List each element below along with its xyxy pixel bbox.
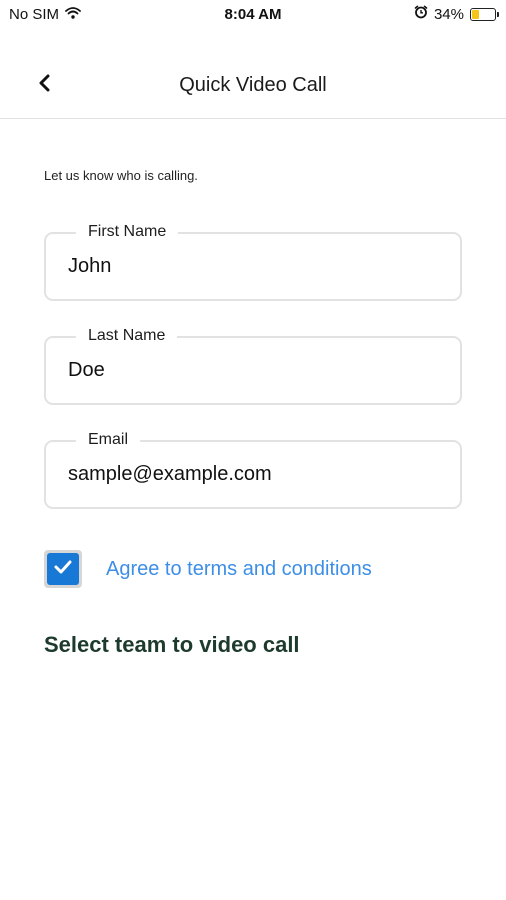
terms-checkbox[interactable] — [44, 550, 82, 588]
battery-fill — [472, 9, 479, 19]
intro-text: Let us know who is calling. — [44, 168, 198, 183]
battery-cap — [497, 11, 499, 17]
battery-icon — [470, 7, 499, 21]
terms-row: Agree to terms and conditions — [44, 550, 372, 588]
first-name-input[interactable] — [68, 250, 428, 282]
email-input[interactable] — [68, 458, 428, 490]
status-right-group: 34% — [414, 5, 499, 23]
battery-percent: 34% — [433, 5, 464, 23]
email-field: Email — [44, 430, 462, 509]
checkbox-fill — [47, 553, 79, 585]
checkmark-icon — [53, 559, 73, 580]
email-label: Email — [76, 430, 141, 450]
nav-bar: Quick Video Call — [0, 54, 506, 119]
first-name-field: First Name — [44, 222, 462, 301]
last-name-field: Last Name — [44, 326, 462, 405]
first-name-label: First Name — [76, 222, 179, 242]
page-title: Quick Video Call — [179, 74, 327, 96]
terms-link[interactable]: Agree to terms and conditions — [106, 558, 372, 581]
last-name-label: Last Name — [76, 326, 178, 346]
team-section-title: Select team to video call — [44, 632, 300, 657]
last-name-input[interactable] — [68, 354, 428, 386]
status-bar: No SIM 8:04 AM 34% — [0, 0, 506, 30]
alarm-icon — [414, 5, 428, 23]
